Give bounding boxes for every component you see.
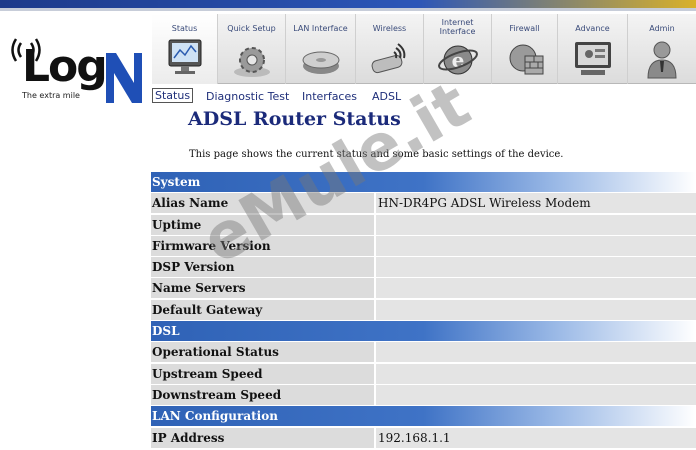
tab-firewall-label: Firewall bbox=[509, 24, 540, 33]
row-label: Upstream Speed bbox=[151, 363, 374, 384]
wireless-adapter-icon bbox=[371, 43, 405, 74]
row-label: Name Servers bbox=[151, 278, 374, 299]
row-label: Downstream Speed bbox=[151, 384, 374, 405]
row-value bbox=[376, 257, 696, 278]
tab-internet-interface[interactable]: Internet Interface e bbox=[424, 14, 492, 84]
tab-wireless[interactable]: Wireless bbox=[356, 14, 424, 84]
advance-monitor-icon bbox=[574, 42, 611, 75]
page-title: ADSL Router Status bbox=[188, 108, 401, 130]
hard-drive-icon bbox=[302, 51, 339, 74]
table-row: Firmware Version bbox=[151, 235, 696, 257]
section-header-lan-configuration: LAN Configuration bbox=[151, 406, 696, 427]
row-label: Uptime bbox=[151, 214, 374, 235]
row-label: Operational Status bbox=[151, 342, 374, 363]
row-label: Alias Name bbox=[151, 193, 374, 214]
subnav-interfaces[interactable]: Interfaces bbox=[302, 90, 357, 103]
internet-explorer-icon: e bbox=[437, 45, 478, 75]
logo: Log The extra mile bbox=[0, 11, 152, 103]
tab-advance[interactable]: Advance bbox=[558, 14, 628, 84]
subnav-status[interactable]: Status bbox=[152, 88, 194, 103]
admin-user-icon bbox=[647, 41, 677, 79]
row-value bbox=[376, 342, 696, 363]
tab-admin[interactable]: Admin bbox=[628, 14, 696, 84]
logo-tagline: The extra mile bbox=[22, 91, 80, 100]
section-title: LAN Configuration bbox=[152, 409, 278, 424]
row-label: Firmware Version bbox=[151, 235, 374, 256]
tab-admin-label: Admin bbox=[649, 24, 675, 33]
section-header-system: System bbox=[151, 172, 696, 192]
row-value bbox=[376, 214, 696, 235]
tab-wireless-label: Wireless bbox=[372, 24, 407, 33]
tab-lan-interface-label: LAN Interface bbox=[293, 24, 348, 33]
section-title: DSL bbox=[152, 324, 180, 339]
tab-quick-setup-label: Quick Setup bbox=[227, 24, 276, 33]
row-value bbox=[376, 384, 696, 405]
monitor-icon bbox=[168, 39, 201, 74]
table-row: IP Address 192.168.1.1 bbox=[151, 427, 696, 449]
section-header-dsl: DSL bbox=[151, 321, 696, 342]
logo-word: Log bbox=[22, 41, 108, 92]
row-label: Default Gateway bbox=[151, 299, 374, 320]
row-value bbox=[376, 235, 696, 256]
page-description: This page shows the current status and s… bbox=[189, 149, 564, 160]
tab-lan-interface[interactable]: LAN Interface bbox=[286, 14, 356, 84]
table-row: Name Servers bbox=[151, 278, 696, 299]
subnav-diagnostic-test[interactable]: Diagnostic Test bbox=[206, 90, 289, 103]
firewall-icon bbox=[509, 44, 543, 75]
table-row: Alias Name HN-DR4PG ADSL Wireless Modem bbox=[151, 193, 696, 214]
main-nav: Status Quick Setup LAN Interface Wireles… bbox=[152, 14, 696, 84]
status-table: System Alias Name HN-DR4PG ADSL Wireless… bbox=[151, 172, 696, 449]
top-accent-bar bbox=[0, 0, 696, 8]
table-row: Uptime bbox=[151, 214, 696, 236]
tab-firewall[interactable]: Firewall bbox=[492, 14, 558, 84]
row-value bbox=[376, 278, 696, 299]
table-row: Default Gateway bbox=[151, 299, 696, 321]
row-value: 192.168.1.1 bbox=[376, 427, 696, 448]
row-value bbox=[376, 299, 696, 320]
section-title: System bbox=[152, 175, 201, 189]
table-row: DSP Version bbox=[151, 257, 696, 278]
tab-status[interactable]: Status bbox=[152, 14, 218, 84]
tab-quick-setup[interactable]: Quick Setup bbox=[218, 14, 286, 84]
table-row: Downstream Speed bbox=[151, 384, 696, 406]
gear-icon bbox=[233, 47, 270, 77]
row-label: DSP Version bbox=[151, 257, 374, 278]
row-label: IP Address bbox=[151, 427, 374, 448]
table-row: Operational Status bbox=[151, 342, 696, 363]
row-value bbox=[376, 363, 696, 384]
tab-advance-label: Advance bbox=[575, 24, 610, 33]
subnav-adsl[interactable]: ADSL bbox=[372, 90, 401, 103]
tab-internet-interface-label: Internet Interface bbox=[439, 18, 476, 36]
logo-n-mark bbox=[106, 53, 142, 103]
row-value: HN-DR4PG ADSL Wireless Modem bbox=[376, 193, 696, 214]
table-row: Upstream Speed bbox=[151, 363, 696, 385]
tab-status-label: Status bbox=[171, 24, 198, 33]
